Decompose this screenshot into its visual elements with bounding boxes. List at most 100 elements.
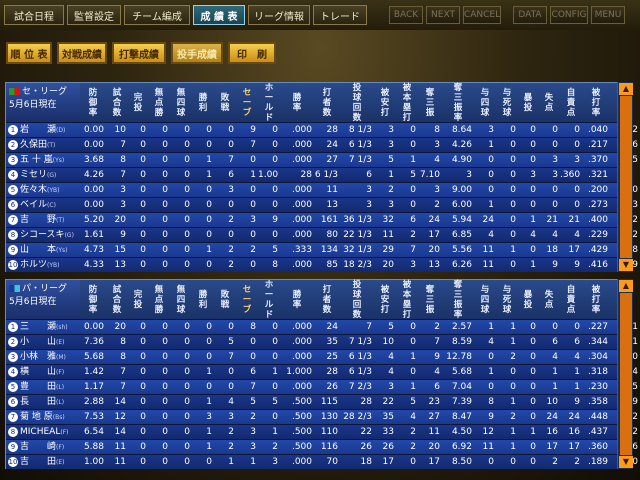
column-header[interactable]: 試合数 <box>106 280 128 319</box>
central-scrollbar[interactable]: ▲ ▼ <box>617 82 633 272</box>
next-button[interactable]: NEXT <box>426 6 460 24</box>
table-row[interactable]: 3 小林 雅(M) 5.68 8 0 0 0 0 7 0 0 .000 25 6 1/3 4 1 9 12.78 0… <box>6 349 638 364</box>
config-button[interactable]: CONFIG <box>550 6 588 24</box>
team-formation-button[interactable]: チーム編成 <box>124 5 190 25</box>
scroll-up-icon[interactable]: ▲ <box>619 83 633 95</box>
column-header[interactable]: 奪三振率 <box>442 280 474 320</box>
table-row[interactable]: 10 吉 田(E) 1.00 11 0 0 0 0 1 1 3.000 70 18 17 0 17 8.50 0 0… <box>6 454 638 469</box>
league-info-button[interactable]: リーグ情報 <box>248 5 310 25</box>
column-header[interactable]: 被打率 <box>582 83 610 122</box>
column-header[interactable]: 完投 <box>128 280 148 319</box>
column-header[interactable]: 完投 <box>128 83 148 122</box>
column-header[interactable]: 試合数 <box>106 83 128 122</box>
column-header[interactable]: 防御率 <box>80 83 106 122</box>
stat-cell: 11 <box>482 245 494 255</box>
column-header[interactable]: 与死球 <box>496 280 518 319</box>
stat-cell: 26 <box>326 382 338 392</box>
schedule-button[interactable]: 試合日程 <box>4 5 64 25</box>
table-row[interactable]: 8 MICHEAL(F) 6.54 14 0 0 0 1 2 3 1.500 110 22 33 2 11 4.… <box>6 424 638 439</box>
column-header[interactable]: 被打率 <box>582 280 610 319</box>
table-row[interactable]: 2小 山(E) 7.36 8 0 0 0 0 5 0 0.000 35 7 1/3 10 0 7 8.59 4 1… <box>6 334 638 349</box>
table-row[interactable]: 1三 瀬(sh) 0.00 20 0 0 0 0 0 8 0 .000 24 7 5 0 2 2.57 1 1 0 0 0… <box>6 319 638 334</box>
column-header[interactable]: 被本塁打 <box>396 83 418 123</box>
scroll-up-icon[interactable]: ▲ <box>619 280 633 292</box>
column-header[interactable]: 被安打 <box>374 83 396 122</box>
column-header[interactable]: 失点 <box>538 83 560 122</box>
column-header[interactable]: 与四球 <box>474 280 496 319</box>
rank-badge: 4 <box>8 169 18 180</box>
column-header[interactable]: セーブ <box>236 280 258 319</box>
table-row[interactable]: 9吉 崎(F) 5.88 11 0 0 0 1 2 3 2.500 116 26 26 2 20 6.92 11… <box>6 439 638 454</box>
column-header[interactable]: 防御率 <box>80 280 106 319</box>
column-header[interactable]: 無四球 <box>170 83 192 122</box>
column-header[interactable]: 被安打 <box>374 280 396 319</box>
league-name: セ・リーグ <box>22 87 68 97</box>
head-to-head-tab[interactable]: 対戦成績 <box>57 42 107 64</box>
batting-stats-tab[interactable]: 打撃成績 <box>112 42 166 64</box>
column-header[interactable]: 暴投 <box>518 83 538 122</box>
table-row[interactable]: 1岩 瀬(D) 0.00 10 0 0 0 0 0 9 0.000 28 8 1/3 3 0 8 8.64 3 0… <box>6 122 638 137</box>
pitching-stats-tab[interactable]: 投手成績 <box>171 42 223 64</box>
stat-cell: 0 <box>228 125 234 135</box>
scroll-down-icon[interactable]: ▼ <box>619 456 633 468</box>
column-header[interactable]: 与四球 <box>474 83 496 122</box>
table-row[interactable]: 7菊 地 原(Bs) 7.53 12 0 0 0 3 3 2 0 .500 130 28 2/3 35 4 2… <box>6 409 638 424</box>
column-header[interactable]: 自責点 <box>560 83 582 122</box>
column-header[interactable]: 暴投 <box>518 280 538 319</box>
column-header[interactable]: 敗戦 <box>214 280 236 319</box>
table-row[interactable]: 2 久保田(T) 0.00 7 0 0 0 0 0 7 0 .000 24 6 1/3 3 0 3 4.26 1 0 0… <box>6 137 638 152</box>
cancel-button[interactable]: CANCEL <box>463 6 501 24</box>
scroll-thumb[interactable] <box>620 293 632 455</box>
column-header[interactable]: 被本塁打 <box>396 280 418 320</box>
column-header[interactable]: ホールド <box>258 83 280 123</box>
column-header[interactable]: 無四球 <box>170 280 192 319</box>
table-row[interactable]: 5豊 田(L) 1.17 7 0 0 0 0 0 7 0 .000 26 7 2/3 3 1 6 7.04 0 0 0… <box>6 379 638 394</box>
manager-settings-button[interactable]: 監督設定 <box>67 5 121 25</box>
column-header[interactable]: 打者数 <box>314 83 340 122</box>
table-row[interactable]: 6 ベイル(C) 0.00 3 0 0 0 0 0 0 0 .000 13 3 3 0 2 6.00 1 0 0 0 0 .2… <box>6 197 638 212</box>
column-header[interactable]: 投球回数 <box>340 280 374 320</box>
column-header[interactable]: セーブ <box>236 83 258 122</box>
menu-button[interactable]: MENU <box>591 6 625 24</box>
stats-tab[interactable]: 成 績 表 <box>193 5 245 25</box>
table-row[interactable]: 3五 十 嵐(Ys) 3.68 8 0 0 0 1 7 0 0 .000 27 7 1/3 5 1 4 4.90… <box>6 152 638 167</box>
table-row[interactable]: 6長 田(L) 2.88 14 0 0 0 1 4 5 5.500 115 28 22 5 23 7.39 8 1… <box>6 394 638 409</box>
column-header[interactable]: 敗戦 <box>214 83 236 122</box>
scroll-thumb[interactable] <box>620 96 632 258</box>
table-row[interactable]: 9山 本(Ys) 4.73 15 0 0 0 1 2 2 5 .333 134 32 1/3 29 7 20 5… <box>6 242 638 257</box>
column-header[interactable]: 奪三振 <box>418 83 442 122</box>
print-button[interactable]: 印 刷 <box>228 42 276 64</box>
table-row[interactable]: 7吉 野(T) 5.20 20 0 0 0 0 2 3 9 .000 161 36 1/3 32 6 24 5.… <box>6 212 638 227</box>
table-row[interactable]: 4ミセリ(G)4.2670001611.000286 1/36157.10300… <box>6 167 622 182</box>
stat-cell: 8.59 <box>451 337 472 347</box>
stat-cell: 8 <box>250 322 256 332</box>
standings-tab[interactable]: 順 位 表 <box>6 42 52 64</box>
column-header[interactable]: 失点 <box>538 280 560 319</box>
column-header[interactable]: 勝利 <box>192 83 214 122</box>
table-row[interactable]: 5 佐々木(YB) 0.00 3 0 0 0 0 3 0 0 .000 11 3 2 0 3 9.00 0 0 0 0 0.… <box>6 182 638 197</box>
column-header[interactable]: 奪三振率 <box>442 83 474 123</box>
column-header[interactable]: 無点勝 <box>148 280 170 319</box>
stat-cell: 2 <box>574 457 580 467</box>
table-row[interactable]: 8 シコースキ(G) 1.61 9 0 0 0 0 0 0 0.000 80 22 1/3 11 2 17 6.… <box>6 227 638 242</box>
stat-cell: 3 <box>120 185 126 195</box>
column-header[interactable]: 勝率 <box>280 83 314 122</box>
column-header[interactable]: 自責点 <box>560 280 582 319</box>
table-row[interactable]: 10 ホルツ(YB) 4.33 13 0 0 0 0 2 0 8.000 85 18 2/3 20 3 13 6… <box>6 257 638 272</box>
trade-button[interactable]: トレード <box>313 5 367 25</box>
column-header[interactable]: 投球回数 <box>340 83 374 123</box>
pacific-scrollbar[interactable]: ▲ ▼ <box>617 279 633 469</box>
scroll-down-icon[interactable]: ▼ <box>619 259 633 271</box>
column-header[interactable]: 勝利 <box>192 280 214 319</box>
column-header[interactable]: 奪三振 <box>418 280 442 319</box>
table-row[interactable]: 4横 山(F) 1.42 7 0 0 0 1 0 6 1 1.000 28 6 1/3 4 0 4 5.68 1 0… <box>6 364 638 379</box>
stat-cell: 0 <box>510 170 516 180</box>
column-header[interactable]: 勝率 <box>280 280 314 319</box>
column-header[interactable]: ホールド <box>258 280 280 320</box>
stat-cell: 9 <box>250 125 256 135</box>
column-header[interactable]: 無点勝 <box>148 83 170 122</box>
column-header[interactable]: 与死球 <box>496 83 518 122</box>
column-header[interactable]: 打者数 <box>314 280 340 319</box>
back-button[interactable]: BACK <box>389 6 423 24</box>
data-button[interactable]: DATA <box>513 6 547 24</box>
